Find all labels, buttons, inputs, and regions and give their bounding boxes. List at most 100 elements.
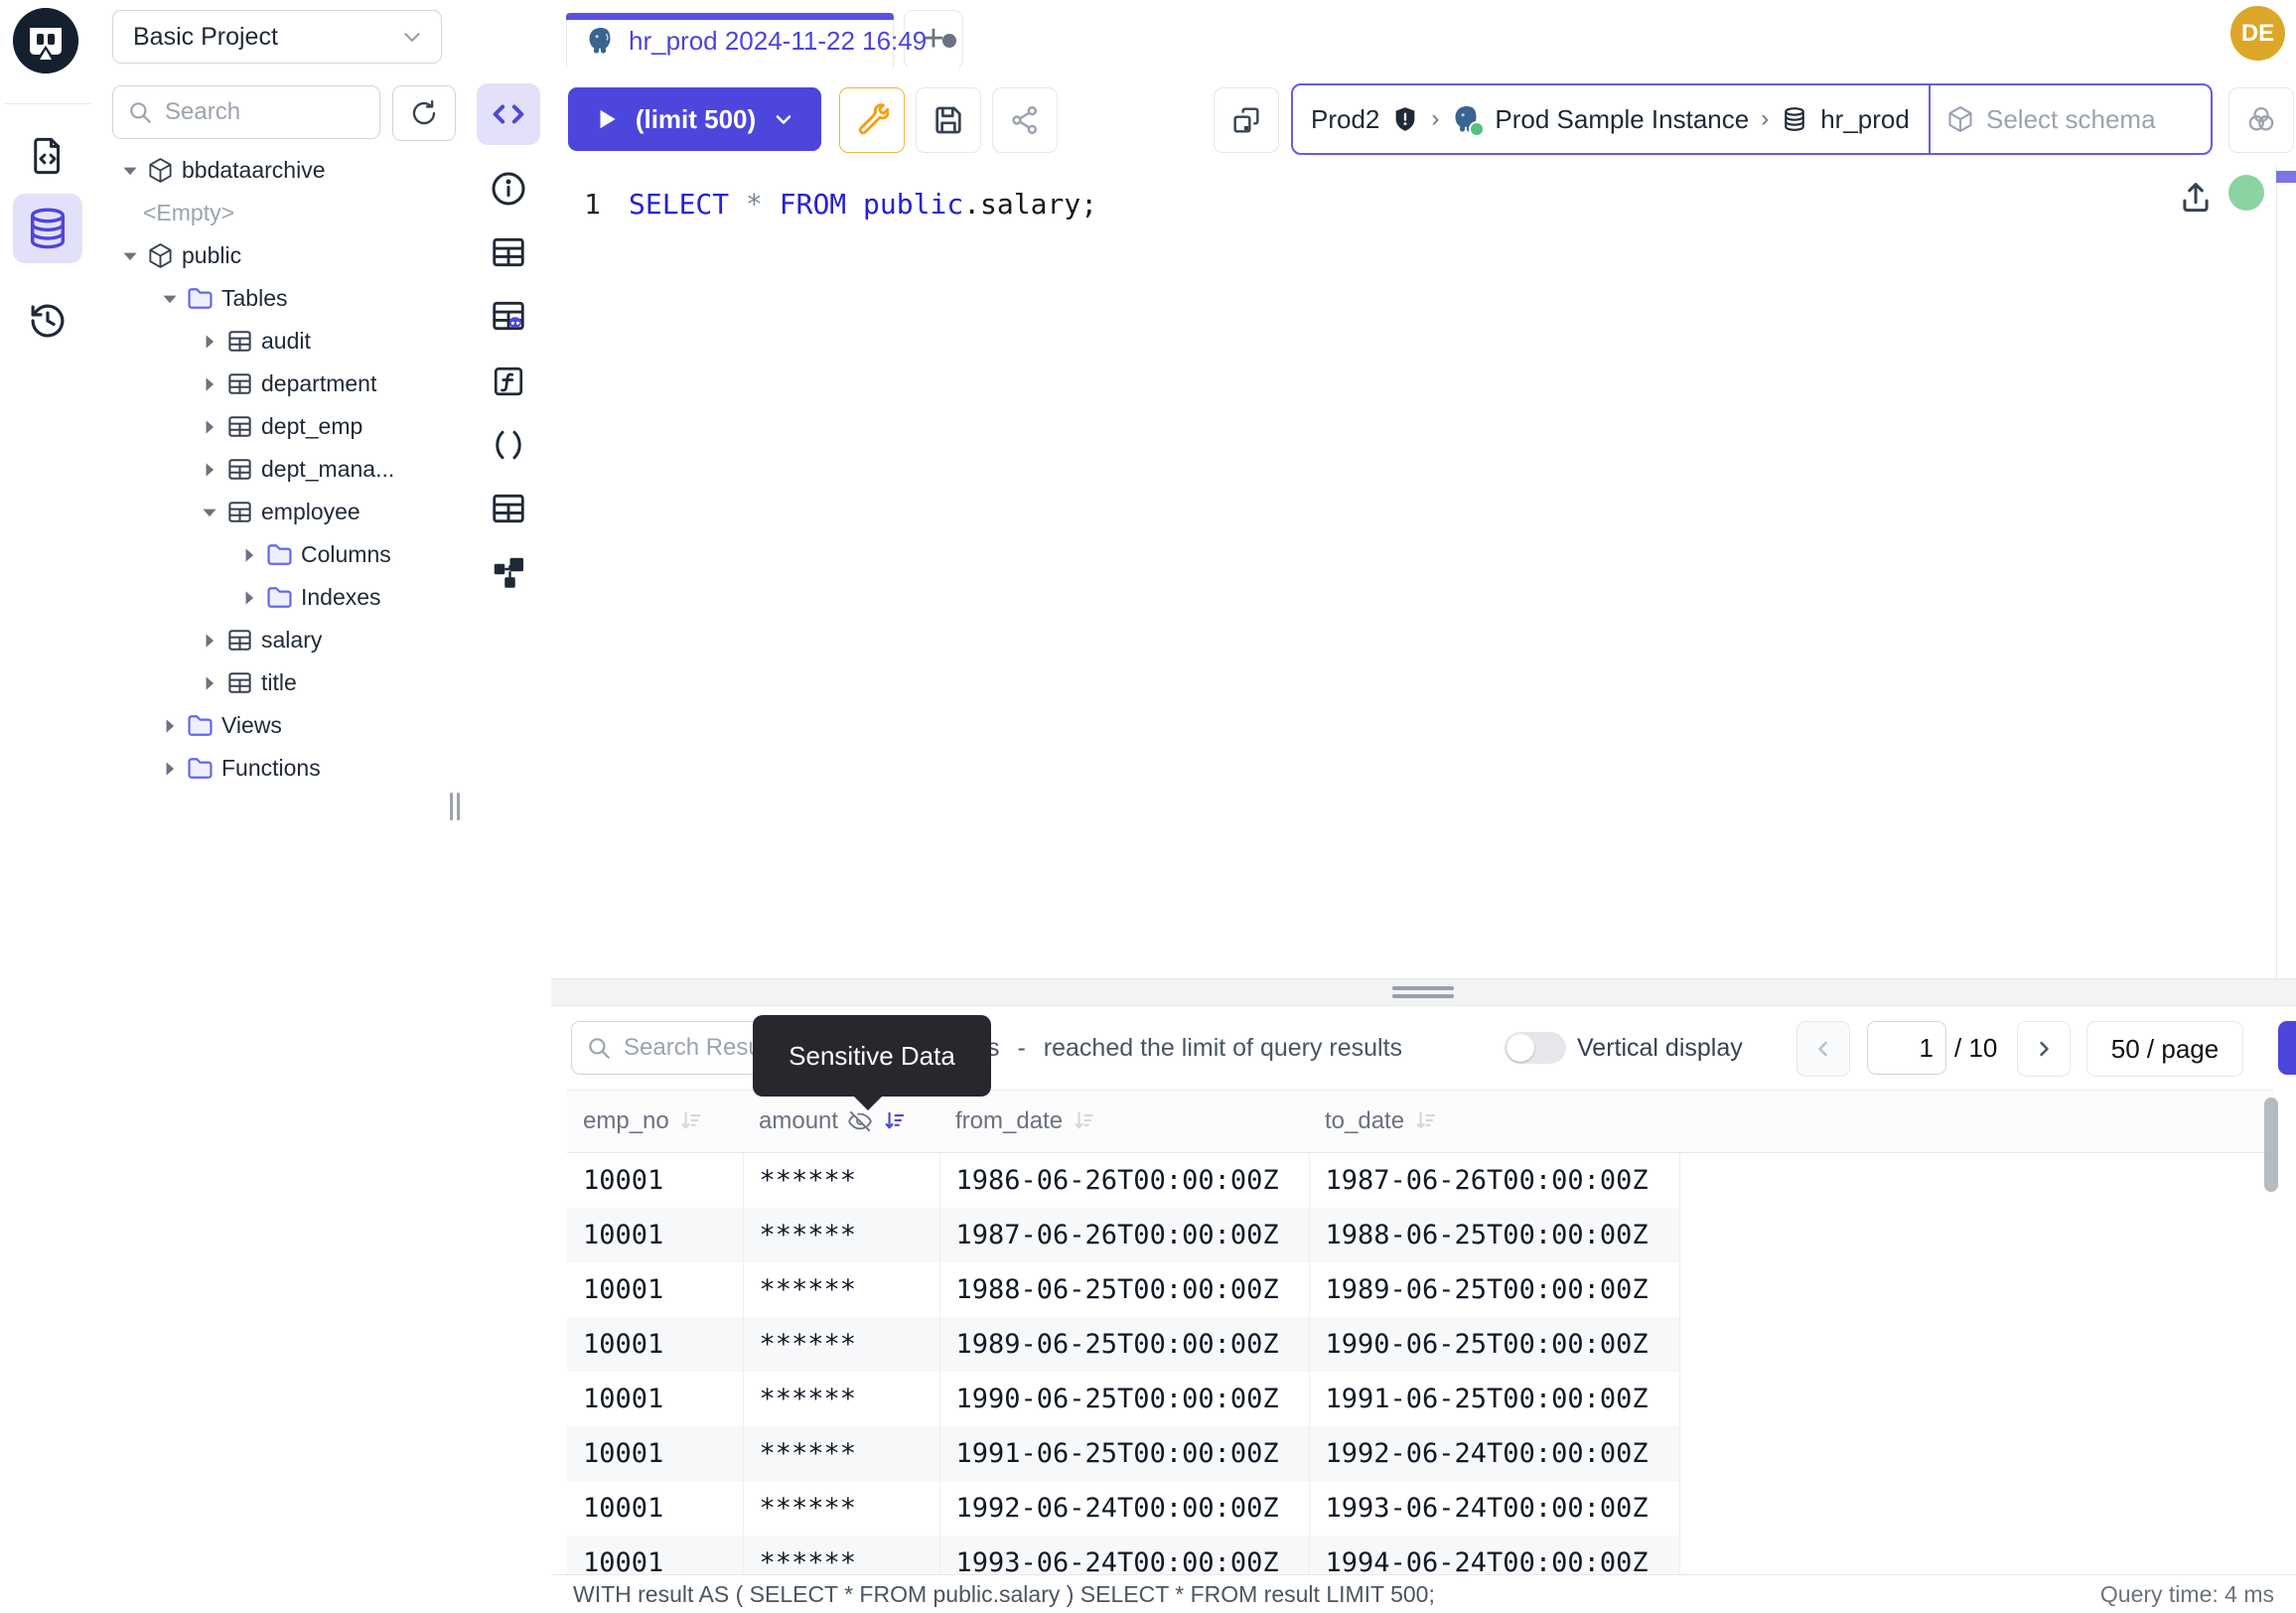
sort-icon[interactable]: [678, 1108, 704, 1134]
tree-item-salary[interactable]: salary: [94, 619, 462, 661]
table-cell: 1994-06-24T00:00:00Z: [1309, 1536, 1679, 1574]
history-nav-button[interactable]: [13, 286, 82, 356]
tooltip-arrow: [852, 1095, 884, 1110]
tree-item-tables[interactable]: Tables: [94, 277, 462, 320]
breadcrumb-separator: ›: [1431, 105, 1439, 133]
caret-right-icon[interactable]: [197, 414, 222, 440]
table-grid-nav-button[interactable]: [479, 222, 538, 282]
bytebase-logo[interactable]: [13, 8, 78, 73]
caret-right-icon[interactable]: [236, 542, 262, 568]
tree-item-title[interactable]: title: [94, 661, 462, 704]
tree-item-audit[interactable]: audit: [94, 320, 462, 363]
results-table[interactable]: emp_no amount from_dateto_date 10001******…: [567, 1090, 2274, 1574]
prev-page-button[interactable]: [1796, 1021, 1850, 1077]
tree-search-input[interactable]: [163, 97, 346, 127]
schema-diagram-nav-button[interactable]: [479, 542, 538, 602]
tree-item-views[interactable]: Views: [94, 704, 462, 747]
caret-right-icon[interactable]: [157, 713, 183, 739]
table-grid-icon: [490, 490, 527, 527]
table-scrollbar-thumb[interactable]: [2264, 1098, 2278, 1192]
panel-splitter[interactable]: [551, 978, 2296, 1006]
table-row[interactable]: 10001******1989-06-25T00:00:00Z1990-06-2…: [567, 1317, 2274, 1372]
select-schema-button[interactable]: Select schema: [1929, 85, 2211, 153]
tree-item-department[interactable]: department: [94, 363, 462, 405]
info-nav-button[interactable]: [479, 159, 538, 219]
tree-item-public[interactable]: public: [94, 234, 462, 277]
batch-connection-button[interactable]: [1214, 87, 1279, 153]
share-button[interactable]: [992, 87, 1058, 153]
vertical-display-toggle[interactable]: [1505, 1032, 1566, 1064]
tree-item--empty-[interactable]: <Empty>: [94, 192, 462, 234]
worksheet-nav-button[interactable]: [13, 121, 82, 191]
column-label: amount: [759, 1107, 838, 1135]
next-page-button[interactable]: [2017, 1021, 2071, 1077]
caret-right-icon[interactable]: [197, 628, 222, 654]
tree-item-indexes[interactable]: Indexes: [94, 576, 462, 619]
caret-right-icon[interactable]: [197, 670, 222, 696]
column-header-amount[interactable]: amount: [743, 1091, 939, 1153]
table-row[interactable]: 10001******1990-06-25T00:00:00Z1991-06-2…: [567, 1372, 2274, 1426]
editor-scrollbar[interactable]: [2276, 165, 2296, 978]
avatar[interactable]: DE: [2230, 6, 2285, 61]
caret-right-icon[interactable]: [197, 457, 222, 483]
caret-right-icon[interactable]: [197, 371, 222, 397]
ai-assistant-button[interactable]: [2228, 87, 2294, 153]
column-header-emp_no[interactable]: emp_no: [567, 1091, 743, 1153]
table-cell: [1679, 1317, 2274, 1372]
refresh-button[interactable]: [392, 85, 456, 141]
sort-icon[interactable]: [882, 1108, 908, 1134]
caret-down-icon[interactable]: [117, 158, 143, 184]
eye-off-icon[interactable]: [847, 1108, 873, 1134]
table-cell: ******: [743, 1208, 939, 1262]
tree-item-label: Functions: [221, 755, 321, 782]
editor-status-dot: [2228, 175, 2264, 211]
table-row[interactable]: 10001******1993-06-24T00:00:00Z1994-06-2…: [567, 1536, 2274, 1574]
parentheses-nav-button[interactable]: [479, 415, 538, 475]
table-row[interactable]: 10001******1991-06-25T00:00:00Z1992-06-2…: [567, 1426, 2274, 1481]
tree-item-employee[interactable]: employee: [94, 491, 462, 533]
tree-item-label: employee: [261, 499, 360, 525]
table-row[interactable]: 10001******1988-06-25T00:00:00Z1989-06-2…: [567, 1262, 2274, 1317]
database-nav-button[interactable]: [13, 194, 82, 263]
tree-item-columns[interactable]: Columns: [94, 533, 462, 576]
query-settings-button[interactable]: [839, 87, 905, 153]
tree-item-dept-emp[interactable]: dept_emp: [94, 405, 462, 448]
caret-down-icon[interactable]: [157, 286, 183, 312]
caret-right-icon[interactable]: [197, 329, 222, 355]
tree-item-dept-mana-[interactable]: dept_mana...: [94, 448, 462, 491]
upload-icon[interactable]: [2177, 179, 2215, 217]
tree-item-functions[interactable]: Functions: [94, 747, 462, 790]
page-number-input[interactable]: [1867, 1021, 1946, 1075]
sql-editor-pane[interactable]: 1 SELECT * FROM public.salary;: [551, 165, 2296, 978]
project-select[interactable]: Basic Project: [112, 10, 442, 64]
export-button-clipped[interactable]: [2278, 1021, 2296, 1075]
table-cell: [1679, 1262, 2274, 1317]
save-button[interactable]: [916, 87, 981, 153]
caret-down-icon[interactable]: [117, 243, 143, 269]
column-header-to_date[interactable]: to_date: [1309, 1091, 1679, 1153]
masked-table-nav-button[interactable]: [479, 286, 538, 346]
tree-item-label: audit: [261, 328, 311, 355]
caret-down-icon[interactable]: [197, 500, 222, 525]
caret-right-icon[interactable]: [157, 756, 183, 782]
run-query-button[interactable]: (limit 500): [568, 87, 821, 151]
column-header-from_date[interactable]: from_date: [939, 1091, 1309, 1153]
folder-icon: [187, 285, 214, 312]
folder-icon: [266, 584, 293, 611]
page-size-select[interactable]: 50 / page: [2086, 1021, 2243, 1077]
connection-breadcrumb[interactable]: Prod2 › Prod Sample Instance ›: [1291, 83, 2213, 155]
breadcrumb-path: Prod2 › Prod Sample Instance ›: [1293, 85, 1929, 153]
sort-icon[interactable]: [1413, 1108, 1439, 1134]
table-icon: [226, 370, 253, 397]
sort-icon[interactable]: [1072, 1108, 1097, 1134]
tab-hr-prod[interactable]: hr_prod 2024-11-22 16:49: [566, 13, 894, 68]
table-row[interactable]: 10001******1987-06-26T00:00:00Z1988-06-2…: [567, 1208, 2274, 1262]
function-nav-button[interactable]: [479, 352, 538, 411]
table-row[interactable]: 10001******1986-06-26T00:00:00Z1987-06-2…: [567, 1153, 2274, 1209]
tree-item-bbdataarchive[interactable]: bbdataarchive: [94, 149, 462, 192]
table-grid-nav-button[interactable]: [479, 479, 538, 538]
vertical-display-label: Vertical display: [1577, 1006, 1743, 1090]
code-nav-button[interactable]: [477, 83, 540, 145]
table-row[interactable]: 10001******1992-06-24T00:00:00Z1993-06-2…: [567, 1481, 2274, 1536]
caret-right-icon[interactable]: [236, 585, 262, 611]
